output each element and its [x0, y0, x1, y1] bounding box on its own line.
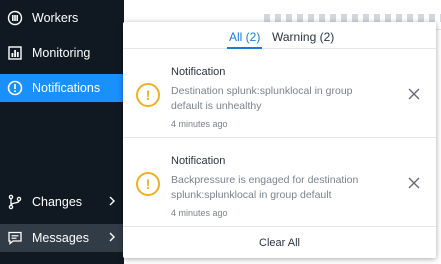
warning-icon: !: [136, 172, 160, 196]
notification-timestamp: 4 minutes ago: [171, 208, 228, 218]
tab-all[interactable]: All (2): [227, 30, 263, 49]
sidebar-item-label: Monitoring: [32, 46, 91, 60]
chevron-right-icon: [108, 195, 116, 209]
sidebar: Workers Monitoring Notifications Changes…: [0, 0, 124, 264]
notification-title: Notification: [171, 155, 226, 167]
notification-timestamp: 4 minutes ago: [171, 119, 228, 129]
notifications-popover: All (2) Warning (2) ! Notification Desti…: [123, 22, 436, 258]
notification-item: ! Notification Destination splunk:splunk…: [123, 50, 436, 138]
warning-icon: !: [136, 83, 160, 107]
message-icon: [7, 230, 23, 246]
close-icon[interactable]: [407, 176, 421, 190]
chevron-right-icon: [108, 231, 116, 245]
sidebar-item-workers[interactable]: Workers: [0, 4, 124, 32]
notification-title: Notification: [171, 66, 226, 78]
notification-tabs: All (2) Warning (2): [123, 22, 436, 49]
clear-all-button[interactable]: Clear All: [123, 228, 436, 258]
sidebar-item-label: Workers: [32, 11, 79, 25]
sidebar-item-changes[interactable]: Changes: [0, 188, 124, 216]
obscured-header-text: [264, 14, 441, 22]
sidebar-item-label: Messages: [32, 231, 89, 245]
workers-icon: [7, 10, 23, 26]
sidebar-item-monitoring[interactable]: Monitoring: [0, 38, 124, 68]
git-branch-icon: [7, 194, 23, 210]
notification-message: Backpressure is engaged for destination …: [171, 174, 359, 201]
sidebar-item-messages[interactable]: Messages: [0, 224, 124, 252]
notification-message: Destination splunk:splunklocal in group …: [171, 85, 353, 112]
monitoring-icon: [7, 45, 23, 61]
alert-circle-icon: [7, 80, 23, 96]
close-icon[interactable]: [407, 87, 421, 101]
sidebar-item-label: Notifications: [32, 81, 101, 95]
sidebar-item-label: Changes: [32, 195, 83, 209]
tab-warning[interactable]: Warning (2): [272, 30, 334, 49]
sidebar-item-notifications[interactable]: Notifications: [0, 74, 124, 102]
notification-item: ! Notification Backpressure is engaged f…: [123, 139, 436, 227]
